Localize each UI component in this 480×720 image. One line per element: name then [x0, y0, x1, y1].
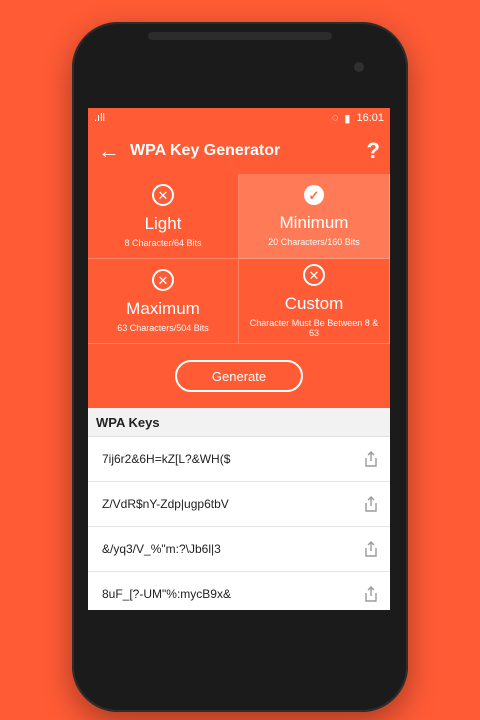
option-name: Light: [144, 214, 182, 233]
strength-options: ✕ Light 8 Character/64 Bits ✓ Minimum 20…: [88, 174, 390, 344]
wpa-key: 8uF_[?-UM"%:mycB9x&: [102, 587, 231, 601]
clock: 16:01: [356, 112, 384, 124]
share-icon[interactable]: [364, 541, 378, 557]
key-row[interactable]: Z/VdR$nY-Zdp|ugp6tbV: [88, 482, 390, 527]
option-minimum[interactable]: ✓ Minimum 20 Characters/160 Bits: [239, 174, 390, 259]
option-name: Minimum: [279, 213, 349, 232]
share-icon[interactable]: [364, 496, 378, 512]
option-desc: 20 Characters/160 Bits: [268, 237, 360, 247]
share-icon[interactable]: [364, 451, 378, 467]
page-title: WPA Key Generator: [130, 142, 281, 159]
keys-header: WPA Keys: [88, 408, 390, 437]
app-screen: .ıll ◌ ▮ 16:01 ← WPA Key Generator ? ✕ L…: [88, 108, 390, 610]
wpa-key: &/yq3/V_%"m:?\Jb6l|3: [102, 542, 221, 556]
wpa-key: Z/VdR$nY-Zdp|ugp6tbV: [102, 497, 229, 511]
battery-icon: ▮: [344, 112, 351, 125]
check-circle-icon: ✓: [304, 185, 324, 205]
wifi-icon: ◌: [331, 112, 339, 124]
phone-bottom-bezel: [88, 610, 390, 680]
option-desc: 63 Characters/504 Bits: [117, 323, 209, 333]
close-circle-icon: ✕: [303, 264, 325, 286]
signal-indicator: .ıll: [94, 112, 105, 124]
option-name: Custom: [284, 294, 344, 313]
option-maximum[interactable]: ✕ Maximum 63 Characters/504 Bits: [88, 259, 239, 344]
back-arrow-icon[interactable]: ←: [98, 140, 120, 162]
key-row[interactable]: 8uF_[?-UM"%:mycB9x&: [88, 572, 390, 610]
wpa-key: 7ij6r2&6H=kZ[L?&WH($: [102, 452, 231, 466]
app-bar: ← WPA Key Generator ?: [88, 128, 390, 174]
option-light[interactable]: ✕ Light 8 Character/64 Bits: [88, 174, 239, 259]
share-icon[interactable]: [364, 586, 378, 602]
option-custom[interactable]: ✕ Custom Character Must Be Between 8 & 6…: [239, 259, 390, 344]
status-bar: .ıll ◌ ▮ 16:01: [88, 108, 390, 128]
generate-area: Generate: [88, 344, 390, 408]
option-desc: 8 Character/64 Bits: [124, 238, 202, 248]
help-icon[interactable]: ?: [367, 138, 380, 164]
key-row[interactable]: 7ij6r2&6H=kZ[L?&WH($: [88, 437, 390, 482]
front-camera: [354, 62, 364, 72]
key-row[interactable]: &/yq3/V_%"m:?\Jb6l|3: [88, 527, 390, 572]
close-circle-icon: ✕: [152, 269, 174, 291]
option-name: Maximum: [126, 299, 200, 318]
option-desc: Character Must Be Between 8 & 63: [249, 318, 379, 338]
generate-button[interactable]: Generate: [175, 360, 303, 392]
speaker-grille: [148, 32, 332, 40]
close-circle-icon: ✕: [152, 184, 174, 206]
